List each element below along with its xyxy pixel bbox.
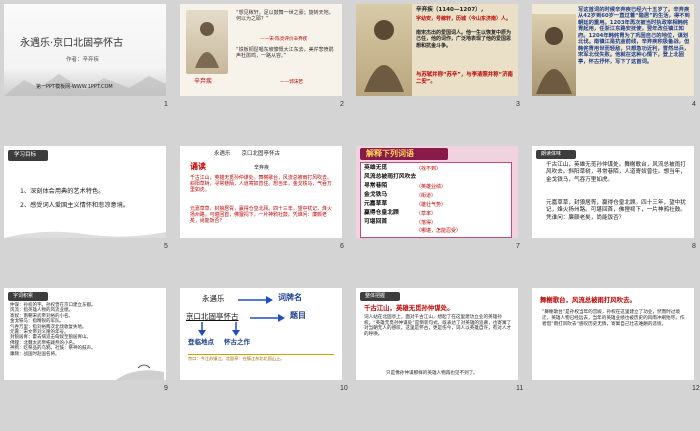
vocab-notes: 仲谋：孙权的字。孙权曾在京口建立东都。 风流：指英雄人物的风流业绩。 寄奴：南朝… [10,303,96,357]
arrow-down-icon [232,322,240,336]
poem-stanza-2: 元嘉草草，封狼居胥，赢得仓皇北顾。四十三年，望中犹记，烽火扬州路。可堪回首，佛狸… [190,206,332,225]
slide-thumbnail-4[interactable]: 写这首词的时候辛弃疾已经六十五岁了。辛弃疾从42岁到60岁一直过着“隐居”的生活… [532,4,694,96]
quote-1-source: ——宋·陈亮评价辛弃疾 [260,37,308,42]
goal-1: 1、深刻体会用典的艺术特色。 [20,188,105,195]
vocab-banner-label: 解释下列词语 [366,149,414,158]
bio-style: 字幼安，号稼轩，历城（今山东济南）人。 [416,16,512,22]
portrait-figure-icon [195,22,219,68]
slide-thumbnail-1[interactable]: 永遇乐·京口北固亭怀古 作者：辛弃疾 第一PPT模板网-WWW.1PPT.COM [4,4,166,96]
vocab-term: 寻常巷陌 [364,183,388,189]
vocab-gloss: （落得） [416,220,437,226]
slide-title: 永遇乐·京口北固亭怀古 [20,38,124,49]
place-note: 京口：今江苏镇江。北固亭：在镇江东北北固山上。 [188,356,285,361]
vocab-term: 英雄无觅 [364,165,388,171]
note-divider [188,354,334,355]
slide-thumbnail-6[interactable]: 永遇乐 京口北固亭怀古 诵读 辛弃疾 千古江山，英雄无觅孙仲谋处。舞榭歌台，风流… [180,146,342,238]
portrait-caption: 辛弃疾 [194,78,213,85]
vocab-gloss: （找不到） [416,166,442,172]
vocab-term: 赢得仓皇北顾 [364,210,399,216]
ink-bird-icon [116,364,164,380]
quote-2: “铁板铜琶唱东坡慷慨大江东去，美芹悲愤鹃声杜鹃鸣，一路从容。” [236,47,334,60]
slide-number-12: 12 [692,385,700,392]
arrow-down-icon [198,322,206,336]
analysis-headline: 千古江山，英雄无觅孙仲谋处。 [364,304,454,312]
slide-number-8: 8 [692,243,696,250]
poem-stanza-1: 千古江山，英雄无觅孙仲谋处。舞榭歌台，风流总被雨打风吹去。斜阳草树，寻常巷陌，人… [190,175,332,194]
reading-label: 诵读 [190,162,206,171]
slide-thumbnail-11[interactable]: 整体把握 千古江山，英雄无觅孙仲谋处。 词人站在北固亭上，面对千古江山，想起了在… [356,288,518,380]
ink-decoration-icon [4,231,166,238]
slide-thumbnail-3[interactable]: 辛弃疾（1140—1207）， 字幼安，号稼轩，历城（今山东济南）人。 南宋杰出… [356,4,518,96]
slide-number-10: 10 [340,385,348,392]
slide-number-9: 9 [164,385,168,392]
poem-title: 永遇乐 京口北固亭怀古 [214,151,281,157]
slide-thumbnail-7[interactable]: 解释下列词语 英雄无觅 （找不到） 风流总被雨打风吹去 （英雄业绩） 寻常巷陌 … [356,146,518,238]
background-text: 写这首词的时候辛弃疾已经六十五岁了。辛弃疾从42岁到60岁一直过着“隐居”的生活… [578,7,690,65]
title-part-subject: 京口北固亭怀古 [186,312,239,321]
analysis-body: 词人站在北固亭上，面对千古江山，想起了在这里建功立业的英雄孙权。“英雄无觅孙仲谋… [364,315,512,338]
bio-heading: 辛弃疾（1140—1207）， [416,7,487,13]
vocab-term: 元嘉草草 [364,201,388,207]
title-part-cipai: 永遇乐 [202,294,225,303]
cipai-label: 词牌名 [278,293,302,302]
vocab-term: 风流总被雨打风吹去 [364,174,417,180]
location-tag: 登临地点 [188,338,214,346]
slide-number-11: 11 [516,385,524,392]
analysis-headline: 舞榭歌台，风流总被雨打风吹去。 [540,296,636,304]
subject-label: 题目 [290,311,306,320]
arrow-right-icon [250,314,285,322]
bio-highlight: 与苏轼并称“苏辛”，与李清照并称“济南二安”。 [416,72,513,85]
analysis-conclusion: 只是像孙仲谋那样的英雄人物再也见不到了。 [386,371,478,376]
bio-body: 南宋杰出的爱国词人。他一生以恢复中原为己任，他的词作，广泛地表现了他的爱国思想和… [416,30,512,49]
slide-badge-label: 整体把握 [365,293,386,299]
analysis-body: “舞榭歌台”是孙权当年的宫殿，孙权在这里建立了功业，然而时过境迁，英雄人物已经远… [542,310,685,327]
slide-thumbnail-10[interactable]: 永遇乐 词牌名 京口北固亭怀古 题目 登临地点 怀古之作 京口：今江苏镇江。北固… [180,288,342,380]
slide-thumbnail-9[interactable]: 字词积累 仲谋：孙权的字。孙权曾在京口建立东都。 风流：指英雄人物的风流业绩。 … [4,288,166,380]
slide-author: 作者：辛弃疾 [66,57,100,63]
slide-badge-label: 朗读体味 [541,151,562,157]
slide-number-5: 5 [164,243,168,250]
vocab-gloss: （街道） [416,193,437,199]
poem-author: 辛弃疾 [254,165,270,171]
slide-thumbnail-8[interactable]: 朗读体味 千古江山，英雄无觅孙仲谋处。舞榭歌台，风流总被雨打风吹去。斜阳草树，寻… [532,146,694,238]
quote-2-source: ——郭沫若 [280,80,303,85]
arrow-right-icon [238,296,273,304]
slide-thumbnail-12[interactable]: 舞榭歌台，风流总被雨打风吹去。 “舞榭歌台”是孙权当年的宫殿，孙权在这里建立了功… [532,288,694,380]
slide-badge-label: 学习目标 [14,152,37,158]
quote-1: “想见稼轩，足以鼓舞一世之豪；旋转天地，何以为之耶？” [236,10,334,23]
poem-stanza-1: 千古江山，英雄无觅孙仲谋处。舞榭歌台，风流总被雨打风吹去。斜阳草树，寻常巷陌，人… [546,162,686,183]
slide-number-4: 4 [692,101,696,108]
slide-thumbnail-5[interactable]: 学习目标 1、深刻体会用典的艺术特色。 2、感受词人爱国主义情怀和悲凉意境。 [4,146,166,238]
portrait-figure-icon [536,27,572,94]
vocab-term: 金戈铁马 [364,192,388,198]
slide-number-7: 7 [516,243,520,250]
poem-stanza-2: 元嘉草草，封狼居胥，赢得仓皇北顾。四十三年，望中犹记，烽火扬州路。可堪回首，佛狸… [546,200,686,221]
genre-tag: 怀古之作 [224,338,250,346]
slide-footer: 第一PPT模板网-WWW.1PPT.COM [36,84,113,90]
portrait-figure-icon [364,20,404,92]
vocab-gloss: （草率） [416,211,437,217]
slide-number-3: 3 [516,101,520,108]
goal-2: 2、感受词人爱国主义情怀和悲凉意境。 [20,202,130,209]
mountain-ink-icon [4,74,166,96]
vocab-gloss: （英雄业绩） [416,184,447,190]
slide-number-6: 6 [340,243,344,250]
slide-badge-label: 字词积累 [13,293,34,299]
vocab-term: 可堪回首 [364,219,388,225]
slide-number-2: 2 [340,101,344,108]
slide-number-1: 1 [164,101,168,108]
vocab-gloss: （雄壮气势） [416,202,447,208]
slide-thumbnail-2[interactable]: 辛弃疾 “想见稼轩，足以鼓舞一世之豪；旋转天地，何以为之耶？” ——宋·陈亮评价… [180,4,342,96]
vocab-gloss: （哪堪，怎能忍受） [416,228,462,234]
